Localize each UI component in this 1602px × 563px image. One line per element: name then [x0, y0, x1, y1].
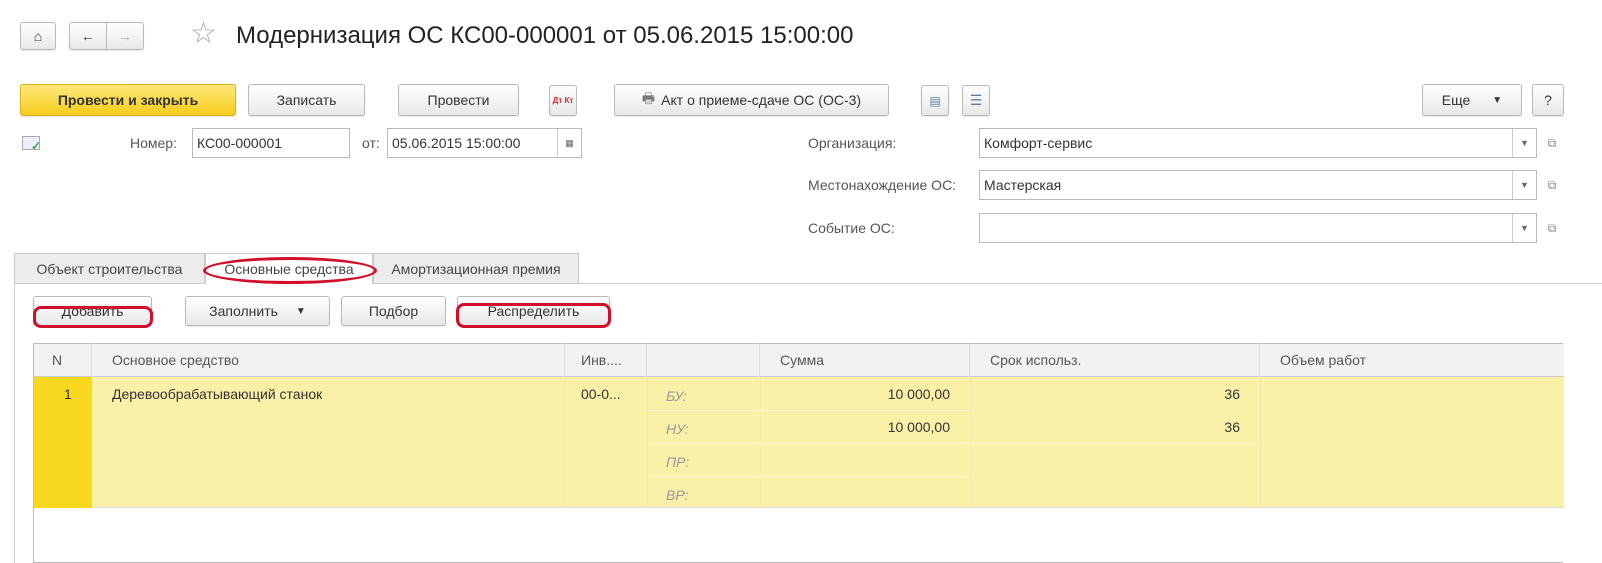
date-label: от: — [362, 135, 380, 151]
favorite-star-icon[interactable]: ☆ — [190, 16, 217, 51]
number-field[interactable]: КС00-000001 — [192, 128, 350, 158]
col-header-inv[interactable]: Инв.... — [565, 343, 647, 377]
term-nu[interactable]: 36 — [970, 419, 1240, 435]
dt-kt-icon: Дт Кт — [552, 96, 574, 105]
home-icon: ⌂ — [33, 28, 43, 44]
dt-kt-button[interactable]: Дт Кт — [549, 85, 577, 116]
post-button[interactable]: Провести — [398, 84, 519, 116]
label-vr: ВР: — [666, 487, 689, 503]
organization-value: Комфорт-сервис — [984, 135, 1093, 151]
col-header-asset[interactable]: Основное средство — [92, 343, 565, 377]
col-header-sum[interactable]: Сумма — [760, 343, 970, 377]
inventory-number[interactable]: 00-0... — [581, 386, 621, 402]
printer-icon: 🖶 — [641, 90, 656, 106]
row-marker — [34, 377, 92, 508]
tab-construction-object[interactable]: Объект строительства — [14, 253, 205, 283]
col-header-term[interactable]: Срок использ. — [970, 343, 1260, 377]
sum-nu[interactable]: 10 000,00 — [760, 419, 950, 435]
location-label: Местонахождение ОС: — [808, 177, 957, 193]
forward-button[interactable]: → — [106, 22, 144, 50]
term-bu[interactable]: 36 — [970, 386, 1240, 402]
more-button[interactable]: Еще ▼ — [1422, 84, 1522, 116]
dropdown-icon[interactable]: ▼ — [1512, 171, 1536, 199]
list-button[interactable]: ☰ — [962, 85, 990, 116]
posted-status-icon: ✓ — [22, 136, 41, 153]
organization-label: Организация: — [808, 135, 897, 151]
location-value: Мастерская — [984, 177, 1062, 193]
event-field[interactable]: ▼ — [979, 213, 1537, 243]
document-button[interactable]: ▤ — [921, 85, 949, 116]
label-nu: НУ: — [666, 421, 689, 437]
dropdown-icon[interactable]: ▼ — [1512, 129, 1536, 157]
more-label: Еще — [1441, 92, 1471, 108]
home-button[interactable]: ⌂ — [20, 22, 56, 50]
calendar-icon[interactable]: ▦ — [557, 129, 581, 157]
open-icon[interactable]: ⧉ — [1542, 213, 1562, 243]
arrow-right-icon: → — [118, 28, 132, 44]
annotation-circle — [203, 257, 377, 284]
post-and-close-button[interactable]: Провести и закрыть — [20, 84, 236, 116]
number-label: Номер: — [130, 135, 177, 151]
fill-label: Заполнить — [209, 303, 278, 319]
print-act-label: Акт о приеме-сдаче ОС (ОС-3) — [661, 92, 862, 108]
print-act-button[interactable]: 🖶 Акт о приеме-сдаче ОС (ОС-3) — [614, 84, 889, 116]
chevron-down-icon: ▼ — [1492, 94, 1503, 106]
select-button[interactable]: Подбор — [341, 296, 446, 326]
page-title: Модернизация ОС КС00-000001 от 05.06.201… — [236, 22, 854, 49]
row-number: 1 — [64, 386, 72, 402]
help-button[interactable]: ? — [1532, 84, 1564, 116]
date-field[interactable]: 05.06.2015 15:00:00 ▦ — [387, 128, 582, 158]
list-icon: ☰ — [969, 92, 983, 108]
location-field[interactable]: Мастерская ▼ — [979, 170, 1537, 200]
chevron-down-icon: ▼ — [295, 305, 306, 317]
document-icon: ▤ — [929, 93, 941, 108]
organization-field[interactable]: Комфорт-сервис ▼ — [979, 128, 1537, 158]
annotation-circle — [33, 306, 153, 328]
sum-bu[interactable]: 10 000,00 — [760, 386, 950, 402]
save-button[interactable]: Записать — [248, 84, 365, 116]
open-icon[interactable]: ⧉ — [1542, 170, 1562, 200]
label-bu: БУ: — [666, 388, 687, 404]
date-value: 05.06.2015 15:00:00 — [392, 135, 521, 151]
tab-depreciation-bonus[interactable]: Амортизационная премия — [373, 253, 579, 283]
asset-name[interactable]: Деревообрабатывающий станок — [112, 386, 322, 402]
col-header-accounting[interactable] — [647, 343, 760, 377]
dropdown-icon[interactable]: ▼ — [1512, 214, 1536, 242]
open-icon[interactable]: ⧉ — [1542, 128, 1562, 158]
fill-button[interactable]: Заполнить ▼ — [185, 296, 330, 326]
annotation-circle — [456, 303, 611, 328]
event-label: Событие ОС: — [808, 220, 895, 236]
arrow-left-icon: ← — [81, 28, 95, 44]
label-pr: ПР: — [666, 454, 690, 470]
back-button[interactable]: ← — [69, 22, 107, 50]
col-header-volume[interactable]: Объем работ — [1260, 343, 1564, 377]
col-header-n[interactable]: N — [34, 343, 92, 377]
